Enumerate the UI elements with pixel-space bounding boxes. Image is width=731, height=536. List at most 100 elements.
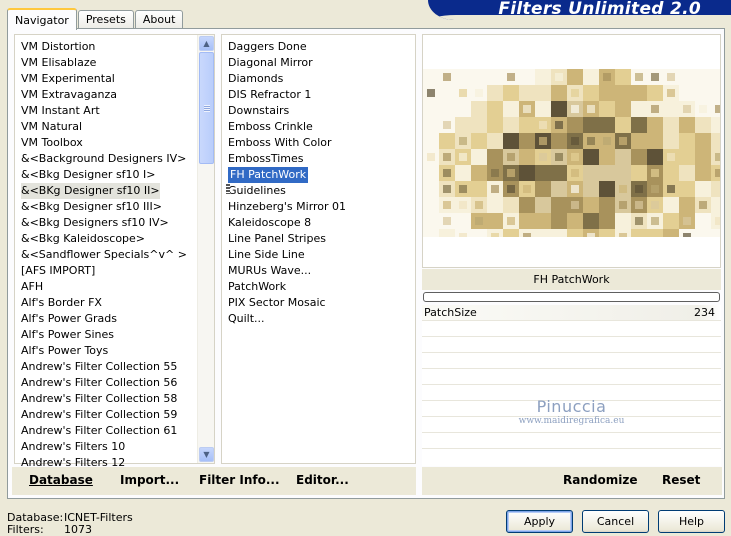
category-item[interactable]: VM Experimental <box>17 71 214 87</box>
tab-about[interactable]: About <box>134 10 184 29</box>
category-item-label: &<Sandflower Specials^v^ > <box>21 248 187 261</box>
category-item[interactable]: AFH <box>17 279 214 295</box>
filter-item-label: Daggers Done <box>228 40 307 53</box>
filter-item[interactable]: Line Panel Stripes <box>224 231 415 247</box>
database-button[interactable]: Database <box>29 473 93 487</box>
category-item-label: &<Bkg Kaleidoscope> <box>21 232 146 245</box>
filter-list[interactable]: Daggers Done Diagonal Mirror Diamonds DIS R… <box>221 34 416 464</box>
filter-info-button[interactable]: Filter Info... <box>199 473 280 487</box>
filter-item-label: FH PatchWork <box>228 167 309 183</box>
filter-item[interactable]: Daggers Done <box>224 39 415 55</box>
preview-image <box>423 69 720 237</box>
category-item-label: &<BKg Designer sf10 II> <box>21 183 160 199</box>
category-item[interactable]: Alf's Border FX <box>17 295 214 311</box>
filter-item[interactable]: Quilt... <box>224 311 415 327</box>
category-item[interactable]: VM Natural <box>17 119 214 135</box>
category-item[interactable]: &<Background Designers IV> <box>17 151 214 167</box>
category-item-label: VM Experimental <box>21 72 115 85</box>
filter-item[interactable]: Emboss Crinkle <box>224 119 415 135</box>
category-item[interactable]: Andrew's Filter Collection 56 <box>17 375 214 391</box>
tab-presets[interactable]: Presets <box>77 10 134 29</box>
editor-button[interactable]: Editor... <box>296 473 349 487</box>
randomize-button[interactable]: Randomize <box>563 473 637 487</box>
filter-item[interactable]: Hinzeberg's Mirror 01 <box>224 199 415 215</box>
category-item[interactable]: &<Sandflower Specials^v^ > <box>17 247 214 263</box>
category-item-label: Alf's Border FX <box>21 296 102 309</box>
category-item[interactable]: &<BKg Designer sf10 II> <box>17 183 214 199</box>
category-item-label: Andrew's Filter Collection 59 <box>21 408 178 421</box>
filter-item-label: Hinzeberg's Mirror 01 <box>228 200 347 213</box>
scrollbar-thumb[interactable] <box>199 52 214 164</box>
filter-item[interactable]: Line Side Line <box>224 247 415 263</box>
watermark-name: Pinuccia <box>536 397 607 416</box>
category-item-label: &<Bkg Designer sf10 I> <box>21 168 156 181</box>
parameter-row-empty <box>422 337 721 353</box>
parameter-row[interactable]: PatchSize 234 <box>422 305 721 321</box>
category-item[interactable]: Andrew's Filters 10 <box>17 439 214 455</box>
filter-name-label: FH PatchWork <box>422 269 721 290</box>
category-item[interactable]: &<Bkg Designer sf10 III> <box>17 199 214 215</box>
category-item[interactable]: Andrew's Filter Collection 59 <box>17 407 214 423</box>
filter-item-label: Emboss Crinkle <box>228 120 313 133</box>
category-item[interactable]: Alf's Power Sines <box>17 327 214 343</box>
filter-item[interactable]: Emboss With Color <box>224 135 415 151</box>
category-item[interactable]: VM Elisablaze <box>17 55 214 71</box>
category-item-label: Andrew's Filter Collection 55 <box>21 360 178 373</box>
filter-item[interactable]: Kaleidoscope 8 <box>224 215 415 231</box>
category-list[interactable]: VM Distortion VM Elisablaze VM Experimenta… <box>14 34 215 469</box>
banner-title: Filters Unlimited 2.0 <box>498 0 701 19</box>
parameter-panel: PatchSize 234 <box>422 305 721 466</box>
category-item-label: &<Bkg Designers sf10 IV> <box>21 216 169 229</box>
filter-item[interactable]: Guidelines <box>224 183 415 199</box>
filter-item[interactable]: PIX Sector Mosaic <box>224 295 415 311</box>
tab-navigator[interactable]: Navigator <box>7 8 77 30</box>
tab-bar: Navigator Presets About <box>7 7 184 30</box>
navigator-panel: VM Distortion VM Elisablaze VM Experimenta… <box>7 28 725 499</box>
category-item[interactable]: &<Bkg Designers sf10 IV> <box>17 215 214 231</box>
parameter-row-empty <box>422 369 721 385</box>
reset-button[interactable]: Reset <box>662 473 700 487</box>
filter-item-label: Quilt... <box>228 312 265 325</box>
category-item[interactable]: Andrew's Filter Collection 58 <box>17 391 214 407</box>
category-item-label: VM Elisablaze <box>21 56 97 69</box>
filter-item[interactable]: PatchWork <box>224 279 415 295</box>
filter-item[interactable]: Diamonds <box>224 71 415 87</box>
scroll-up-button[interactable]: ▲ <box>199 36 214 51</box>
filter-item[interactable]: DIS Refractor 1 <box>224 87 415 103</box>
filter-item-label: DIS Refractor 1 <box>228 88 312 101</box>
category-item-label: Alf's Power Sines <box>21 328 114 341</box>
filter-item-label: MURUs Wave... <box>228 264 312 277</box>
category-item[interactable]: &<Bkg Kaleidoscope> <box>17 231 214 247</box>
scroll-down-button[interactable]: ▼ <box>199 447 214 462</box>
category-item-label: [AFS IMPORT] <box>21 264 96 277</box>
category-item-label: VM Instant Art <box>21 104 100 117</box>
filter-item[interactable]: MURUs Wave... <box>224 263 415 279</box>
help-button[interactable]: Help <box>658 510 725 533</box>
category-item[interactable]: VM Distortion <box>17 39 214 55</box>
filter-item-label: Line Panel Stripes <box>228 232 326 245</box>
filter-item[interactable]: EmbossTimes <box>224 151 415 167</box>
category-item[interactable]: VM Toolbox <box>17 135 214 151</box>
category-item-label: Alf's Power Toys <box>21 344 109 357</box>
filter-item-label: Downstairs <box>228 104 290 117</box>
category-item[interactable]: VM Instant Art <box>17 103 214 119</box>
category-item[interactable]: Andrew's Filter Collection 55 <box>17 359 214 375</box>
import-button[interactable]: Import... <box>120 473 179 487</box>
filter-item-label: Diamonds <box>228 72 284 85</box>
category-item[interactable]: &<Bkg Designer sf10 I> <box>17 167 214 183</box>
filter-item[interactable]: FH PatchWork <box>224 167 415 183</box>
category-scrollbar[interactable]: ▲ ▼ <box>197 35 214 463</box>
filter-item-label: Guidelines <box>228 184 286 197</box>
category-item[interactable]: VM Extravaganza <box>17 87 214 103</box>
progress-bar <box>423 292 720 302</box>
filter-item[interactable]: Downstairs <box>224 103 415 119</box>
filter-item[interactable]: Diagonal Mirror <box>224 55 415 71</box>
category-item[interactable]: Andrew's Filter Collection 61 <box>17 423 214 439</box>
category-item-label: VM Distortion <box>21 40 96 53</box>
category-item[interactable]: [AFS IMPORT] <box>17 263 214 279</box>
toolbar-right: Randomize Reset <box>422 467 722 495</box>
apply-button[interactable]: Apply <box>506 510 573 533</box>
category-item[interactable]: Alf's Power Toys <box>17 343 214 359</box>
cancel-button[interactable]: Cancel <box>582 510 649 533</box>
category-item[interactable]: Alf's Power Grads <box>17 311 214 327</box>
